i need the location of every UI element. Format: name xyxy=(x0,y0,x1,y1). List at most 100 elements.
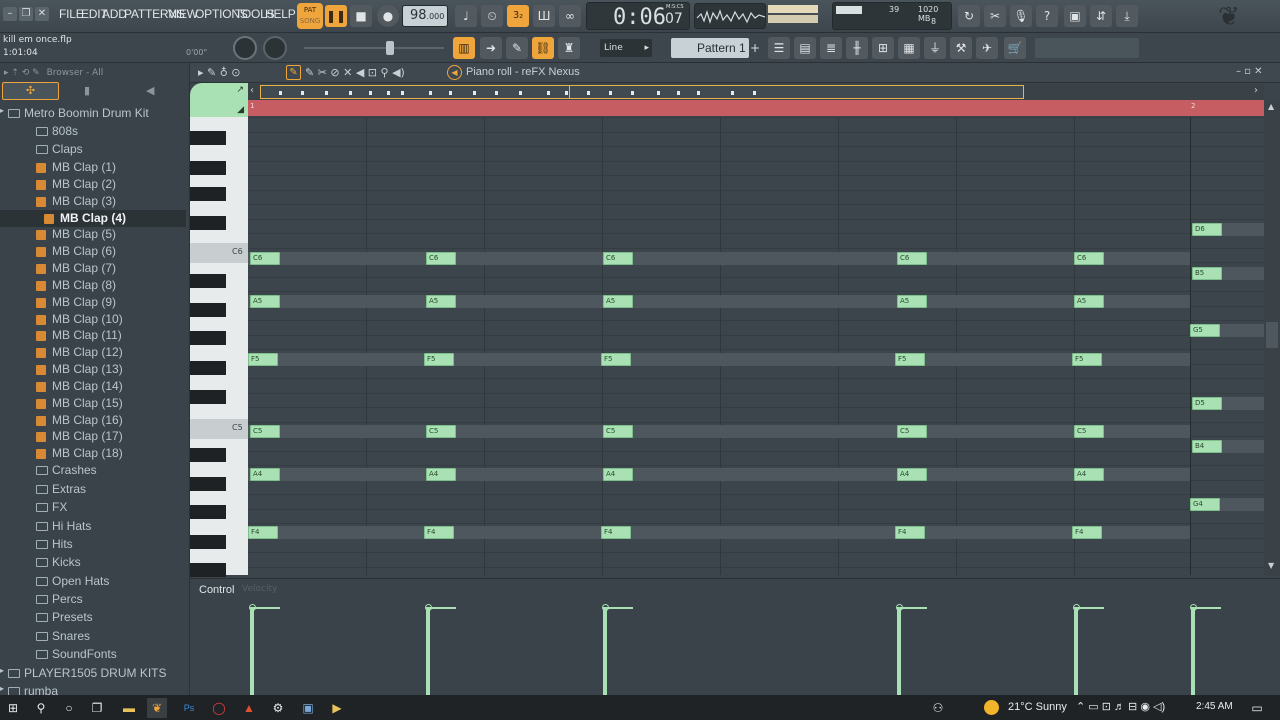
cut-icon[interactable]: ✂ xyxy=(984,5,1006,27)
target-instrument-icon[interactable]: ◀ xyxy=(447,65,462,80)
velocity-bar[interactable] xyxy=(1074,608,1078,696)
browser-item[interactable]: MB Clap (16) xyxy=(0,412,186,429)
note[interactable]: B4 xyxy=(1192,440,1222,453)
black-key[interactable] xyxy=(190,477,226,491)
note[interactable]: C5 xyxy=(603,425,633,438)
velocity-bar[interactable] xyxy=(1191,608,1195,696)
overview-viewport[interactable] xyxy=(260,85,1024,99)
browser-item[interactable]: MB Clap (12) xyxy=(0,344,186,361)
notifications-icon[interactable]: ▭ xyxy=(1247,698,1267,718)
note[interactable]: C5 xyxy=(897,425,927,438)
browser-item[interactable]: MB Clap (5) xyxy=(0,226,186,243)
browser-icon[interactable]: ▦ xyxy=(898,37,920,59)
record-button[interactable]: ● xyxy=(377,5,399,27)
note[interactable]: F4 xyxy=(248,526,278,539)
piano-roll-icon[interactable]: ▤ xyxy=(794,37,816,59)
photoshop-icon[interactable]: Ps xyxy=(179,698,199,718)
undo-icon[interactable]: ↻ xyxy=(958,5,980,27)
note[interactable]: A4 xyxy=(426,468,456,481)
pat-song-toggle[interactable]: PAT SONG xyxy=(297,3,323,29)
black-key[interactable] xyxy=(190,331,226,345)
browser-item[interactable]: PLAYER1505 DRUM KITS ▸ xyxy=(0,665,186,682)
note[interactable]: F5 xyxy=(424,353,454,366)
tempo-display[interactable]: 98.000 xyxy=(402,5,448,27)
note[interactable]: A5 xyxy=(603,295,633,308)
save-icon[interactable]: ▣ xyxy=(1064,5,1086,27)
browser-item[interactable]: MB Clap (17) xyxy=(0,428,186,445)
note[interactable]: F4 xyxy=(424,526,454,539)
browser-item[interactable]: MB Clap (15) xyxy=(0,395,186,412)
timeline-ruler[interactable]: 1 2 xyxy=(248,100,1264,116)
render-icon[interactable]: ⇵ xyxy=(1090,5,1112,27)
mic-icon[interactable]: 🎙 xyxy=(1010,5,1032,27)
vertical-scrollbar[interactable]: ▲ ▼ xyxy=(1264,100,1280,575)
note[interactable]: C6 xyxy=(603,252,633,265)
note[interactable]: A4 xyxy=(1074,468,1104,481)
piano-keyboard[interactable] xyxy=(190,117,248,577)
browser-item[interactable]: Snares xyxy=(0,628,186,645)
remote-icon[interactable]: ✈ xyxy=(976,37,998,59)
metronome-icon[interactable]: ♩ xyxy=(455,5,477,27)
people-icon[interactable]: ⚇ xyxy=(928,698,948,718)
plugin-icon[interactable]: ⏚ xyxy=(924,37,946,59)
note[interactable]: A5 xyxy=(426,295,456,308)
browser-item[interactable]: Presets xyxy=(0,609,186,626)
piano-roll-tools-icon[interactable]: ▸ ✎ ♁ ⊙ xyxy=(198,66,241,79)
pencil-tool-icon[interactable]: ✎ xyxy=(506,37,528,59)
note[interactable]: A4 xyxy=(603,468,633,481)
note[interactable]: C6 xyxy=(250,252,280,265)
minimize-icon[interactable]: – xyxy=(3,7,17,21)
mixer-icon[interactable]: ╫ xyxy=(846,37,868,59)
add-pattern-button[interactable]: + xyxy=(750,38,762,58)
tempo-tap-icon[interactable]: ⚒ xyxy=(950,37,972,59)
black-key[interactable] xyxy=(190,535,226,549)
menu-file[interactable]: FILE xyxy=(59,7,84,21)
app-icon-window[interactable]: ▣ xyxy=(298,698,318,718)
help-icon[interactable]: ? xyxy=(1036,5,1058,27)
black-key[interactable] xyxy=(190,131,226,145)
browser-nav-icon[interactable]: ▸ ⇡ ⟲ ✎ xyxy=(4,68,40,78)
file-explorer-icon[interactable]: ▬ xyxy=(119,698,139,718)
browser-item[interactable]: Crashes xyxy=(0,462,186,479)
app-icon-red[interactable]: ▲ xyxy=(239,698,259,718)
expand-arrow-icon[interactable]: ▸ xyxy=(0,106,4,115)
browser-item[interactable]: Open Hats xyxy=(0,573,186,590)
tray-icons[interactable]: ⌃ ▭ ⊡ ♬ ⊟ ◉ ◁) xyxy=(1076,700,1165,713)
velocity-handle[interactable] xyxy=(425,604,432,611)
black-key[interactable] xyxy=(190,274,226,288)
search-icon[interactable]: ⚲ xyxy=(31,698,51,718)
master-slider-handle[interactable] xyxy=(386,41,394,55)
black-key[interactable] xyxy=(190,361,226,375)
step-edit-icon[interactable]: Ш xyxy=(533,5,555,27)
window-controls-icon[interactable]: – ▫ ✕ xyxy=(1236,66,1263,77)
browser-item[interactable]: MB Clap (10) xyxy=(0,311,186,328)
browser-item[interactable]: MB Clap (14) xyxy=(0,378,186,395)
time-display[interactable]: 0:06 07 M:S:CS xyxy=(586,2,690,30)
scroll-right-icon[interactable]: › xyxy=(1254,85,1258,96)
note[interactable]: C5 xyxy=(426,425,456,438)
scroll-left-icon[interactable]: ‹ xyxy=(250,85,254,96)
windows-start-icon[interactable]: ⊞ xyxy=(3,698,23,718)
routing-icon[interactable]: ⊞ xyxy=(872,37,894,59)
browser-item[interactable]: MB Clap (8) xyxy=(0,277,186,294)
browser-item[interactable]: MB Clap (18) xyxy=(0,445,186,462)
piano-roll-view-icon[interactable]: ▥ xyxy=(453,37,475,59)
overview-strip[interactable]: ‹ › xyxy=(248,84,1264,100)
note[interactable]: B5 xyxy=(1192,267,1222,280)
velocity-handle[interactable] xyxy=(896,604,903,611)
browser-item[interactable]: MB Clap (9) xyxy=(0,294,186,311)
black-key[interactable] xyxy=(190,187,226,201)
browser-item[interactable]: MB Clap (1) xyxy=(0,159,186,176)
note[interactable]: F4 xyxy=(895,526,925,539)
expand-arrow-icon[interactable]: ▸ xyxy=(0,684,4,693)
note[interactable]: A5 xyxy=(897,295,927,308)
velocity-bar[interactable] xyxy=(603,608,607,696)
browser-speaker-tab[interactable]: ◀ xyxy=(146,84,154,97)
velocity-lane[interactable] xyxy=(248,601,1264,696)
velocity-bar[interactable] xyxy=(426,608,430,696)
weather-text[interactable]: 21°C Sunny xyxy=(1008,701,1067,713)
master-pitch-knob[interactable] xyxy=(263,36,287,60)
browser-item[interactable]: MB Clap (6) xyxy=(0,243,186,260)
note[interactable]: D5 xyxy=(1192,397,1222,410)
scroll-down-icon[interactable]: ▼ xyxy=(1268,561,1274,570)
